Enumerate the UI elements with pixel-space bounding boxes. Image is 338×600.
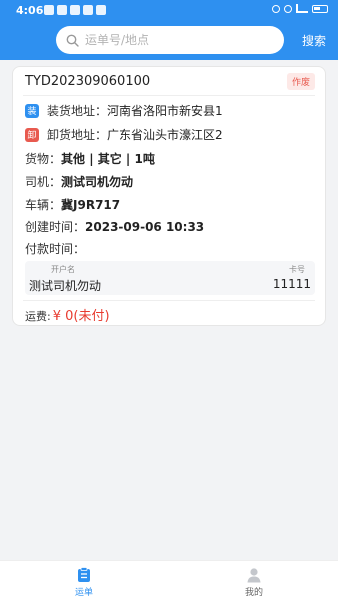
search-button[interactable]: 搜索 <box>302 32 326 49</box>
vehicle-row: 车辆： 冀J9R717 <box>25 196 120 213</box>
search-icon <box>66 34 79 47</box>
bank-account-panel: 开户名 卡号 测试司机勿动 11111 <box>25 261 315 295</box>
created-time-row: 创建时间： 2023-09-06 10:33 <box>25 218 204 235</box>
goods-label: 货物： <box>25 152 62 166</box>
card-number-header: 卡号 <box>289 265 305 274</box>
status-system-icons <box>272 4 328 13</box>
created-time-value: 2023-09-06 10:33 <box>85 219 205 234</box>
vehicle-label: 车辆： <box>25 198 62 212</box>
driver-row: 司机： 测试司机勿动 <box>25 173 133 190</box>
notification-app-icon <box>70 5 80 15</box>
card-divider <box>23 95 315 96</box>
notification-app-icon <box>83 5 93 15</box>
freight-row: 运费: ¥ 0(未付) <box>25 305 110 324</box>
search-box[interactable] <box>56 26 284 54</box>
freight-label: 运费: <box>25 310 51 323</box>
load-address-label: 装货地址： <box>47 104 108 118</box>
battery-icon <box>312 4 328 13</box>
unload-tag: 卸 <box>25 127 39 142</box>
wifi-icon <box>284 4 292 13</box>
header-bar: 4:06 搜索 <box>0 0 338 60</box>
account-holder-value: 测试司机勿动 <box>29 279 102 293</box>
card-number-value: 11111 <box>272 277 311 291</box>
clipboard-icon <box>78 567 90 582</box>
bottom-tab-bar: 运单 我的 <box>0 560 338 600</box>
created-time-label: 创建时间： <box>25 220 86 234</box>
load-address-row: 装 装货地址： 河南省洛阳市新安县1 <box>25 102 223 119</box>
goods-value: 其他 | 其它 | 1吨 <box>61 152 155 166</box>
vehicle-value: 冀J9R717 <box>61 198 121 212</box>
order-card[interactable]: TYD202309060100 作废 装 装货地址： 河南省洛阳市新安县1 卸 … <box>12 66 326 326</box>
payment-time-row: 付款时间： <box>25 240 85 257</box>
unload-address-value: 广东省汕头市濠江区2 <box>107 128 223 142</box>
order-number: TYD202309060100 <box>25 74 151 89</box>
status-notification-icons <box>44 5 106 15</box>
driver-label: 司机： <box>25 175 62 189</box>
goods-row: 货物： 其他 | 其它 | 1吨 <box>25 150 155 167</box>
account-holder-header: 开户名 <box>51 265 75 274</box>
load-address-value: 河南省洛阳市新安县1 <box>107 104 223 118</box>
tab-mine-label: 我的 <box>244 588 263 598</box>
driver-value: 测试司机勿动 <box>61 175 134 189</box>
status-time: 4:06 <box>16 4 44 17</box>
tab-orders-label: 运单 <box>74 588 93 598</box>
notification-app-icon <box>96 5 106 15</box>
unload-address-label: 卸货地址： <box>47 128 108 142</box>
freight-divider <box>23 300 315 301</box>
tab-mine[interactable]: 我的 <box>224 567 284 598</box>
unload-address-row: 卸 卸货地址： 广东省汕头市濠江区2 <box>25 126 223 143</box>
notification-app-icon <box>44 5 54 15</box>
search-input[interactable] <box>85 33 275 47</box>
signal-icon <box>296 4 308 13</box>
tab-orders[interactable]: 运单 <box>54 567 114 598</box>
status-badge: 作废 <box>286 73 315 90</box>
status-bar: 4:06 <box>0 0 338 22</box>
bluetooth-icon <box>272 4 280 13</box>
freight-value: ¥ 0(未付) <box>52 309 110 324</box>
load-tag: 装 <box>25 103 39 118</box>
user-icon <box>247 568 261 583</box>
notification-app-icon <box>57 5 67 15</box>
payment-time-label: 付款时间： <box>25 242 86 256</box>
